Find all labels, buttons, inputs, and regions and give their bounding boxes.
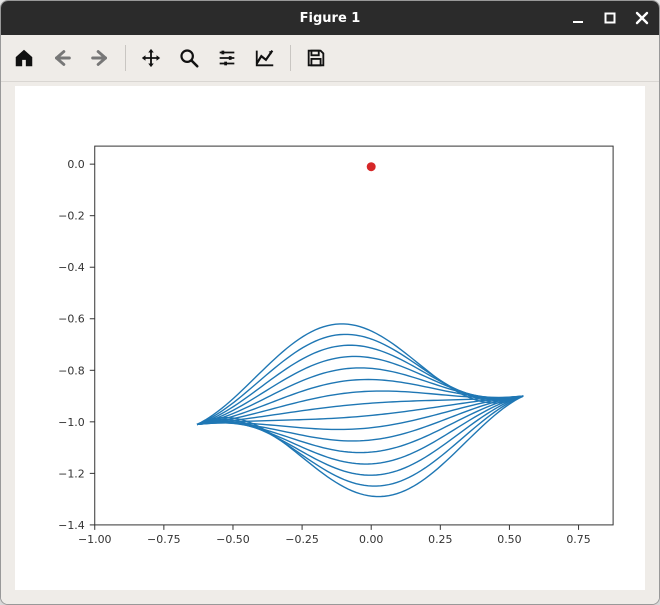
marker-point (367, 162, 376, 171)
close-button[interactable] (633, 9, 651, 27)
back-arrow-icon (51, 47, 73, 69)
xtick-label: 0.25 (428, 533, 452, 546)
home-icon (13, 47, 35, 69)
toolbar (1, 35, 659, 82)
pan-button[interactable] (134, 41, 168, 75)
xtick-label: 0.75 (566, 533, 590, 546)
xtick-label: −0.75 (147, 533, 181, 546)
ytick-label: −1.0 (58, 416, 85, 429)
maximize-icon (604, 12, 616, 24)
xtick-label: −0.25 (285, 533, 319, 546)
move-icon (140, 47, 162, 69)
back-button[interactable] (45, 41, 79, 75)
ytick-label: −1.4 (58, 519, 85, 532)
xtick-label: −0.50 (216, 533, 250, 546)
ytick-label: −0.4 (58, 261, 85, 274)
chart-edit-icon (254, 47, 276, 69)
minimize-button[interactable] (569, 9, 587, 27)
zoom-icon (178, 47, 200, 69)
ytick-label: −1.2 (58, 467, 85, 480)
xtick-label: 0.00 (359, 533, 383, 546)
home-button[interactable] (7, 41, 41, 75)
configure-subplots-button[interactable] (210, 41, 244, 75)
window-title: Figure 1 (300, 11, 361, 26)
forward-arrow-icon (89, 47, 111, 69)
edit-axes-button[interactable] (248, 41, 282, 75)
save-button[interactable] (299, 41, 333, 75)
xtick-label: −1.00 (78, 533, 112, 546)
maximize-button[interactable] (601, 9, 619, 27)
window-controls (569, 1, 651, 35)
toolbar-separator (290, 45, 291, 71)
ytick-label: −0.6 (58, 313, 85, 326)
ytick-label: −0.8 (58, 364, 85, 377)
sliders-icon (216, 47, 238, 69)
ytick-label: −0.2 (58, 210, 85, 223)
save-icon (305, 47, 327, 69)
minimize-icon (571, 11, 585, 25)
forward-button[interactable] (83, 41, 117, 75)
zoom-button[interactable] (172, 41, 206, 75)
app-window: Figure 1 (0, 0, 660, 605)
close-icon (635, 11, 649, 25)
toolbar-separator (125, 45, 126, 71)
plot-area: −1.00 −0.75 −0.50 −0.25 0.00 0.25 0.50 0.75 0.0 −… (1, 82, 659, 604)
titlebar: Figure 1 (1, 1, 659, 35)
ytick-label: 0.0 (67, 158, 84, 171)
xtick-label: 0.50 (497, 533, 521, 546)
figure-canvas[interactable]: −1.00 −0.75 −0.50 −0.25 0.00 0.25 0.50 0.75 0.0 −… (15, 86, 645, 590)
axes: −1.00 −0.75 −0.50 −0.25 0.00 0.25 0.50 0.75 0.0 −… (15, 86, 645, 590)
